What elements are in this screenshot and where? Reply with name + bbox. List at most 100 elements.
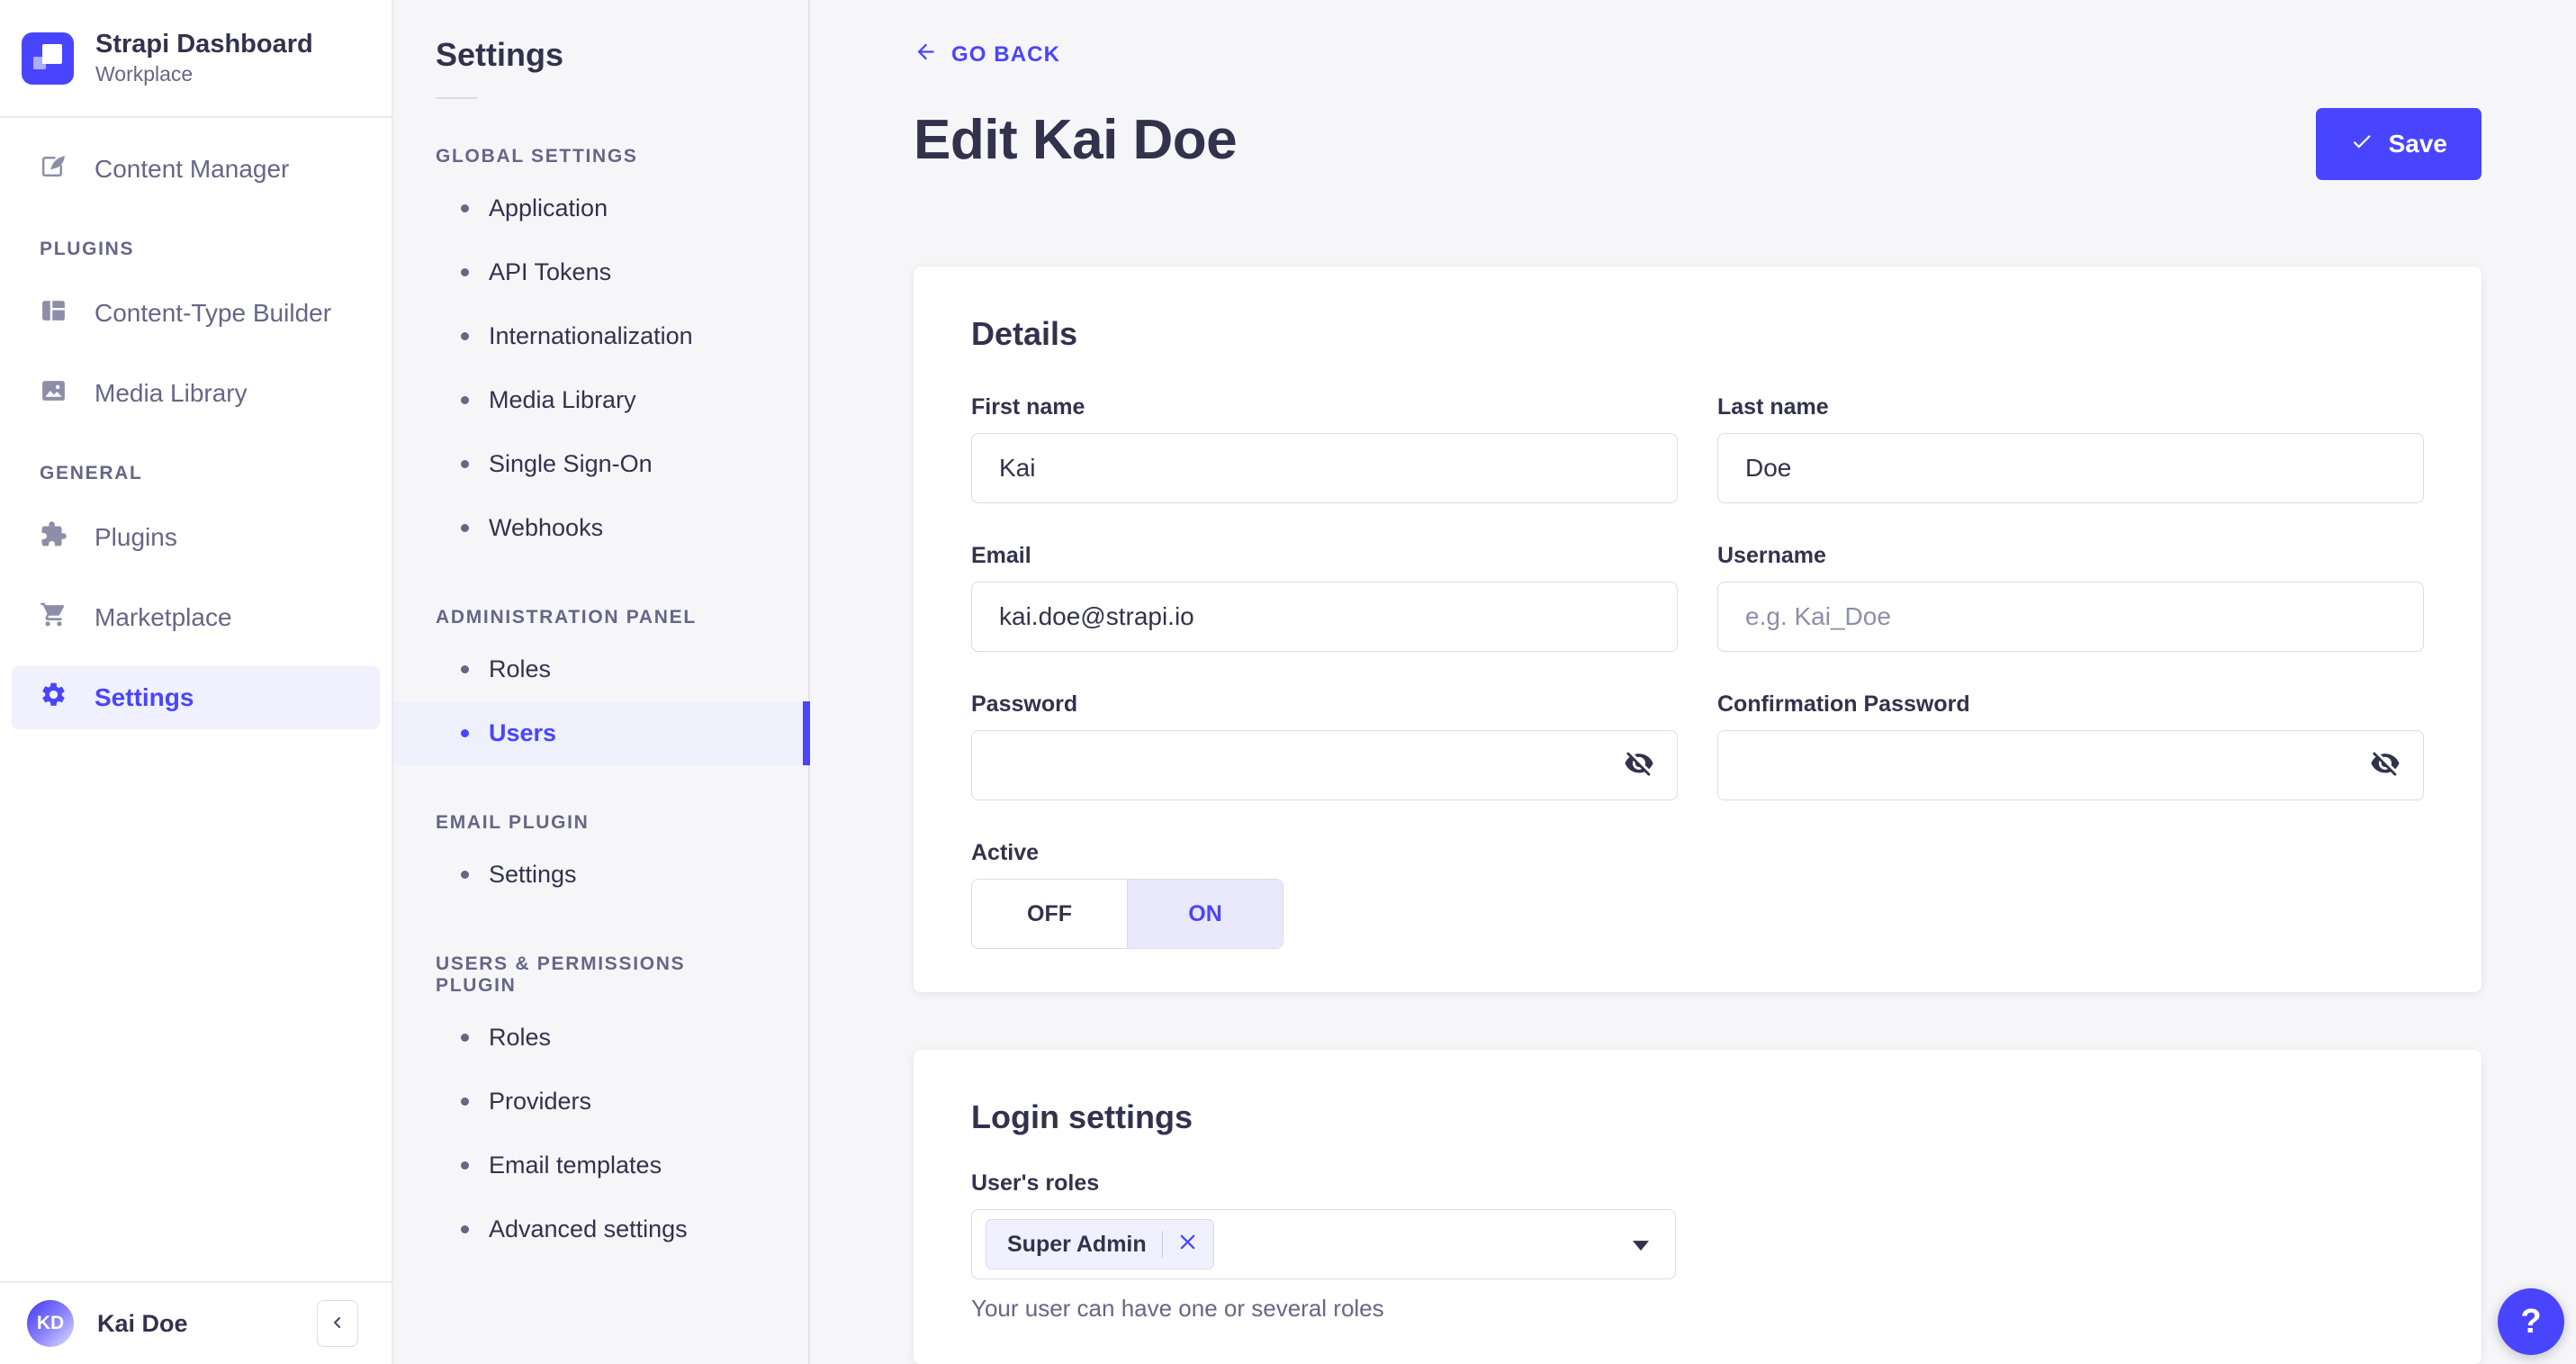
last-name-input[interactable]: [1717, 433, 2424, 503]
sidebar-item-media-library[interactable]: Media Library: [12, 362, 380, 425]
eye-off-icon: [2370, 749, 2400, 782]
sidebar-item-label: Settings: [95, 683, 194, 711]
app-title: Strapi Dashboard: [95, 29, 313, 59]
role-tag-super-admin[interactable]: Super Admin: [986, 1219, 1214, 1269]
sidebar-section-general: GENERAL: [40, 463, 143, 483]
bullet-icon: [461, 460, 469, 468]
settings-subnav: Settings GLOBAL SETTINGS Application API…: [393, 0, 810, 1364]
subnav-item-email-settings[interactable]: Settings: [393, 843, 808, 907]
subnav-item-up-advanced-settings[interactable]: Advanced settings: [393, 1197, 808, 1261]
user-roles-label: User's roles: [971, 1170, 1100, 1196]
username-input[interactable]: [1717, 582, 2424, 652]
sidebar-item-settings[interactable]: Settings: [12, 666, 380, 729]
bullet-icon: [461, 268, 469, 276]
active-field: Active OFF ON: [971, 840, 1678, 949]
current-user-name: Kai Doe: [97, 1309, 188, 1337]
user-roles-helper: Your user can have one or several roles: [971, 1295, 1384, 1322]
active-toggle-off[interactable]: OFF: [972, 880, 1128, 948]
subnav-item-webhooks[interactable]: Webhooks: [393, 496, 808, 560]
feather-icon: [40, 152, 68, 186]
subnav-item-up-providers[interactable]: Providers: [393, 1070, 808, 1134]
subnav-item-internationalization[interactable]: Internationalization: [393, 304, 808, 368]
username-field: Username: [1717, 543, 2424, 652]
subnav-item-media-library[interactable]: Media Library: [393, 368, 808, 432]
active-toggle-on[interactable]: ON: [1128, 880, 1283, 948]
strapi-logo: [22, 32, 74, 85]
sidebar-item-marketplace[interactable]: Marketplace: [12, 586, 380, 649]
bullet-icon: [461, 524, 469, 532]
chevron-left-icon: [329, 1314, 347, 1334]
last-name-field: Last name: [1717, 394, 2424, 503]
workspace-brand: Strapi Dashboard Workplace: [0, 0, 392, 118]
sidebar-footer: KD Kai Doe: [0, 1281, 392, 1364]
bullet-icon: [461, 1034, 469, 1042]
email-field: Email: [971, 543, 1678, 652]
sidebar-item-content-type-builder[interactable]: Content-Type Builder: [12, 282, 380, 345]
email-label: Email: [971, 543, 1031, 568]
username-label: Username: [1717, 543, 1826, 568]
role-tag-label: Super Admin: [1007, 1231, 1147, 1257]
avatar: KD: [27, 1300, 74, 1347]
email-input[interactable]: [971, 582, 1678, 652]
password-input[interactable]: [971, 730, 1678, 800]
brand-text: Strapi Dashboard Workplace: [95, 30, 313, 86]
chevron-down-icon: [1633, 1241, 1649, 1251]
bullet-icon: [461, 1098, 469, 1106]
login-settings-card: Login settings User's roles Super Admin: [914, 1050, 2481, 1364]
eye-off-icon: [1624, 749, 1654, 782]
last-name-label: Last name: [1717, 394, 1829, 420]
collapse-sidebar-button[interactable]: [317, 1300, 358, 1347]
puzzle-icon: [40, 520, 68, 555]
subnav-divider: [436, 97, 477, 99]
first-name-input[interactable]: [971, 433, 1678, 503]
sidebar-item-label: Marketplace: [95, 603, 232, 631]
bullet-icon: [461, 729, 469, 737]
sidebar-item-label: Plugins: [95, 523, 177, 551]
strapi-admin-app: Strapi Dashboard Workplace Content Manag…: [0, 0, 2576, 1364]
save-button[interactable]: Save: [2315, 108, 2481, 180]
sidebar-section-plugins: PLUGINS: [40, 239, 135, 259]
subnav-item-up-email-templates[interactable]: Email templates: [393, 1134, 808, 1197]
details-card: Details First name Last name Email: [914, 266, 2481, 992]
bullet-icon: [461, 871, 469, 879]
login-settings-heading: Login settings: [971, 1098, 1193, 1135]
main-content: GO BACK Edit Kai Doe Save Details First …: [810, 0, 2576, 1364]
toggle-password-visibility-button[interactable]: [1620, 745, 1658, 786]
subnav-item-api-tokens[interactable]: API Tokens: [393, 240, 808, 304]
subnav-item-application[interactable]: Application: [393, 176, 808, 240]
arrow-left-icon: [914, 40, 938, 70]
bullet-icon: [461, 204, 469, 212]
subnav-item-admin-users[interactable]: Users: [393, 701, 810, 765]
details-heading: Details: [971, 315, 1078, 352]
subnav-section-global-settings: GLOBAL SETTINGS: [436, 146, 638, 167]
sidebar-item-plugins[interactable]: Plugins: [12, 506, 380, 569]
x-icon[interactable]: [1178, 1233, 1197, 1256]
cart-icon: [40, 601, 68, 635]
bullet-icon: [461, 396, 469, 404]
subnav-item-single-sign-on[interactable]: Single Sign-On: [393, 432, 808, 496]
toggle-confirmation-visibility-button[interactable]: [2366, 745, 2404, 786]
password-field: Password: [971, 691, 1678, 800]
layout-icon: [40, 296, 68, 330]
subnav-section-email-plugin: EMAIL PLUGIN: [436, 812, 590, 833]
sidebar-item-label: Media Library: [95, 379, 248, 407]
subnav-item-admin-roles[interactable]: Roles: [393, 637, 808, 701]
tag-divider: [1161, 1231, 1163, 1258]
sidebar-item-content-manager[interactable]: Content Manager: [12, 138, 380, 201]
user-roles-field: User's roles Super Admin Your user can h…: [971, 1170, 2424, 1323]
confirmation-password-input[interactable]: [1717, 730, 2424, 800]
help-button[interactable]: ?: [2498, 1288, 2564, 1355]
page-title: Edit Kai Doe: [914, 109, 1238, 171]
page-header: Edit Kai Doe Save: [914, 108, 2481, 180]
password-label: Password: [971, 691, 1078, 717]
subnav-item-up-roles[interactable]: Roles: [393, 1006, 808, 1070]
user-roles-select[interactable]: Super Admin: [971, 1209, 1676, 1279]
active-label: Active: [971, 840, 1040, 865]
check-icon: [2350, 130, 2373, 159]
confirmation-password-label: Confirmation Password: [1717, 691, 1970, 717]
subnav-section-administration-panel: ADMINISTRATION PANEL: [436, 607, 697, 628]
go-back-link[interactable]: GO BACK: [914, 40, 1060, 70]
bullet-icon: [461, 1161, 469, 1170]
sidebar-item-label: Content-Type Builder: [95, 299, 332, 327]
workspace-name: Workplace: [95, 62, 194, 86]
